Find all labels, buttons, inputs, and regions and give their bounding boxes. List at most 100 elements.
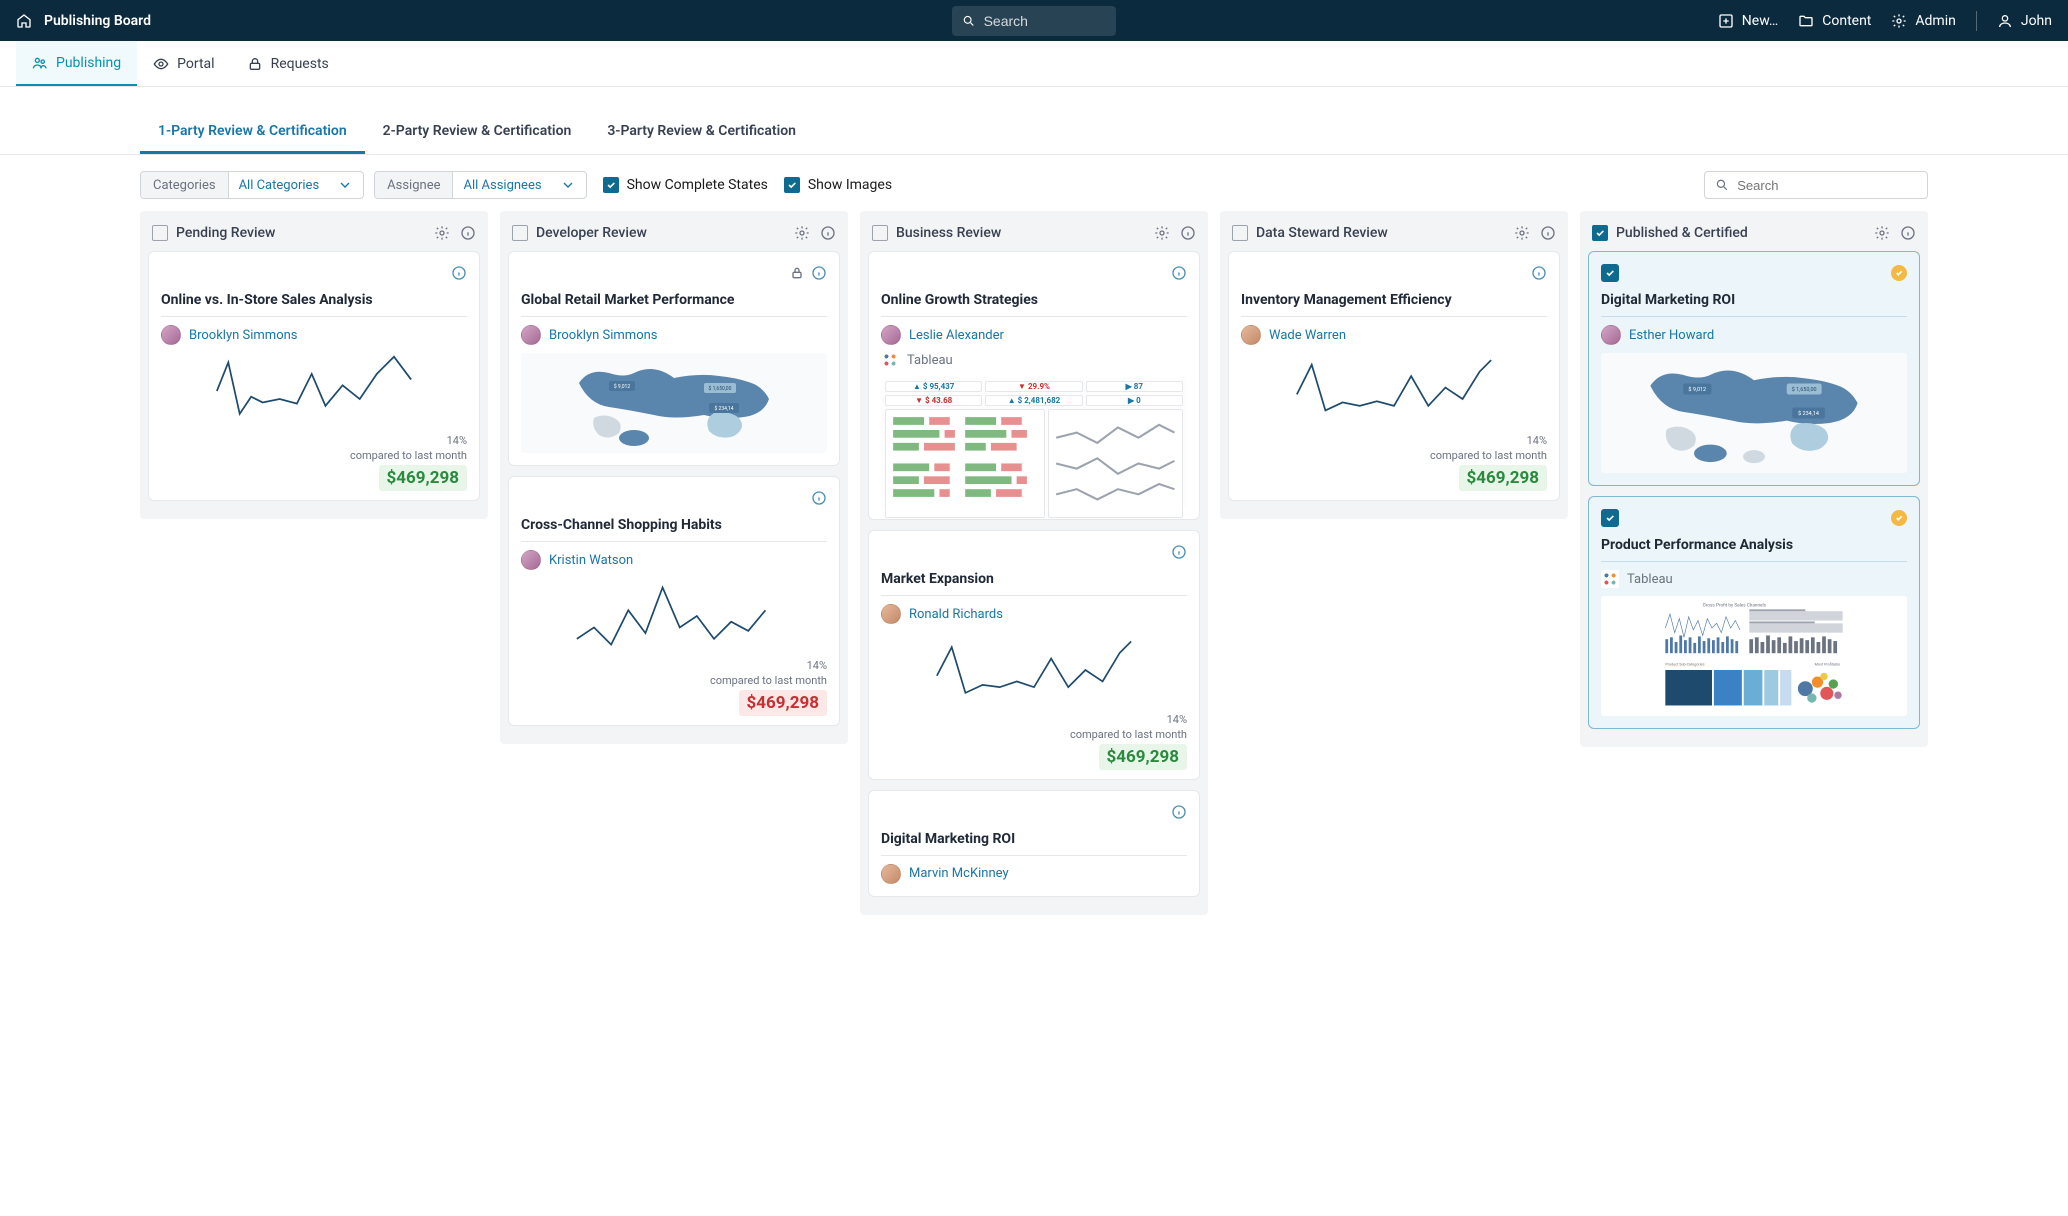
card[interactable]: Product Performance Analysis Tableau Gro… — [1588, 496, 1920, 729]
board-search[interactable] — [1704, 171, 1928, 199]
svg-text:$ 1,650,00: $ 1,650,00 — [709, 385, 732, 392]
app-title: Publishing Board — [44, 13, 151, 29]
card-assignee[interactable]: Leslie Alexander — [881, 325, 1187, 345]
card-assignee[interactable]: Brooklyn Simmons — [521, 325, 827, 345]
plus-square-icon — [1718, 13, 1734, 29]
home-icon[interactable] — [16, 13, 32, 29]
tab-1party[interactable]: 1-Party Review & Certification — [140, 111, 365, 154]
card-assignee[interactable]: Brooklyn Simmons — [161, 325, 467, 345]
gear-icon[interactable] — [1874, 225, 1890, 241]
card-assignee[interactable]: Wade Warren — [1241, 325, 1547, 345]
info-icon[interactable] — [811, 265, 827, 281]
card[interactable]: Online vs. In-Store Sales Analysis Brook… — [148, 251, 480, 501]
sparkline-viz — [1241, 351, 1547, 431]
info-icon[interactable] — [451, 265, 467, 281]
card[interactable]: Digital Marketing ROI Marvin McKinney — [868, 790, 1200, 897]
sparkline-viz — [161, 351, 467, 431]
nav-portal[interactable]: Portal — [137, 41, 230, 86]
column-checkbox[interactable] — [1232, 225, 1248, 241]
tableau-icon — [881, 351, 899, 369]
certified-badge-icon — [1891, 510, 1907, 526]
card-stats: 14%compared to last month — [521, 658, 827, 689]
svg-text:Gross Profit by Sales Channels: Gross Profit by Sales Channels — [1703, 602, 1767, 609]
card-stats: 14%compared to last month — [881, 712, 1187, 743]
folder-icon — [1798, 13, 1814, 29]
certified-badge-icon — [1891, 265, 1907, 281]
info-icon[interactable] — [1180, 225, 1196, 241]
info-icon[interactable] — [1540, 225, 1556, 241]
card-assignee[interactable]: Esther Howard — [1601, 325, 1907, 345]
sparkline-viz — [521, 576, 827, 656]
lock-icon — [247, 56, 263, 72]
nav-requests[interactable]: Requests — [231, 41, 345, 86]
card-amount: $469,298 — [1241, 468, 1547, 488]
avatar — [881, 325, 901, 345]
gear-icon[interactable] — [1154, 225, 1170, 241]
column-checkbox[interactable] — [1592, 225, 1608, 241]
show-complete-toggle[interactable]: Show Complete States — [603, 177, 768, 193]
content-button[interactable]: Content — [1798, 13, 1871, 29]
card[interactable]: Market Expansion Ronald Richards 14%comp… — [868, 530, 1200, 780]
card-title: Global Retail Market Performance — [521, 288, 827, 317]
column-data-steward-review: Data Steward Review Inventory Management… — [1220, 211, 1568, 519]
info-icon[interactable] — [1171, 265, 1187, 281]
gear-icon[interactable] — [794, 225, 810, 241]
svg-text:$ 9,012: $ 9,012 — [1688, 386, 1706, 393]
people-icon — [32, 55, 48, 71]
column-checkbox[interactable] — [152, 225, 168, 241]
card[interactable]: Digital Marketing ROI Esther Howard $ 9,… — [1588, 251, 1920, 486]
board-search-input[interactable] — [1737, 178, 1917, 193]
card-source: Tableau — [1601, 570, 1907, 588]
svg-text:$ 234,14: $ 234,14 — [714, 405, 733, 412]
admin-button[interactable]: Admin — [1891, 13, 1955, 29]
main-nav: Publishing Portal Requests — [0, 41, 2068, 87]
categories-select[interactable]: All Categories — [229, 172, 364, 198]
gear-icon[interactable] — [1514, 225, 1530, 241]
info-icon[interactable] — [820, 225, 836, 241]
map-viz: $ 9,012 $ 1,650,00 $ 234,14 — [1601, 353, 1907, 473]
column-title: Data Steward Review — [1256, 225, 1506, 241]
column-checkbox[interactable] — [872, 225, 888, 241]
chevron-down-icon — [337, 177, 353, 193]
sparkline-viz — [881, 630, 1187, 710]
assignee-filter[interactable]: Assignee All Assignees — [374, 171, 586, 199]
board-toolbar: Categories All Categories Assignee All A… — [0, 155, 2068, 211]
svg-text:Most Profitable: Most Profitable — [1815, 662, 1840, 666]
card[interactable]: Global Retail Market Performance Brookly… — [508, 251, 840, 466]
nav-publishing[interactable]: Publishing — [16, 41, 137, 86]
card[interactable]: Online Growth Strategies Leslie Alexande… — [868, 251, 1200, 520]
gear-icon[interactable] — [434, 225, 450, 241]
info-icon[interactable] — [1171, 804, 1187, 820]
card-amount: $469,298 — [521, 693, 827, 713]
column-published: Published & Certified Digital Marketing … — [1580, 211, 1928, 747]
categories-filter[interactable]: Categories All Categories — [140, 171, 364, 199]
global-search-input[interactable] — [984, 13, 1106, 29]
search-icon — [1715, 177, 1729, 193]
kanban-board: Pending Review Online vs. In-Store Sales… — [0, 211, 2068, 955]
info-icon[interactable] — [1531, 265, 1547, 281]
info-icon[interactable] — [1171, 544, 1187, 560]
assignee-select[interactable]: All Assignees — [453, 172, 585, 198]
info-icon[interactable] — [1900, 225, 1916, 241]
published-check-icon — [1601, 264, 1619, 282]
tab-3party[interactable]: 3-Party Review & Certification — [589, 111, 814, 154]
card[interactable]: Cross-Channel Shopping Habits Kristin Wa… — [508, 476, 840, 726]
info-icon[interactable] — [811, 490, 827, 506]
gear-icon — [1891, 13, 1907, 29]
tab-2party[interactable]: 2-Party Review & Certification — [365, 111, 590, 154]
card-assignee[interactable]: Kristin Watson — [521, 550, 827, 570]
user-menu[interactable]: John — [1997, 13, 2052, 29]
card-title: Cross-Channel Shopping Habits — [521, 513, 827, 542]
new-button[interactable]: New… — [1718, 13, 1778, 29]
column-checkbox[interactable] — [512, 225, 528, 241]
avatar — [881, 864, 901, 884]
card-assignee[interactable]: Ronald Richards — [881, 604, 1187, 624]
show-images-toggle[interactable]: Show Images — [784, 177, 892, 193]
avatar — [161, 325, 181, 345]
info-icon[interactable] — [460, 225, 476, 241]
card[interactable]: Inventory Management Efficiency Wade War… — [1228, 251, 1560, 501]
column-developer-review: Developer Review Global Retail Market Pe… — [500, 211, 848, 744]
global-search[interactable] — [952, 6, 1116, 36]
divider — [1976, 11, 1977, 31]
card-assignee[interactable]: Marvin McKinney — [881, 864, 1187, 884]
